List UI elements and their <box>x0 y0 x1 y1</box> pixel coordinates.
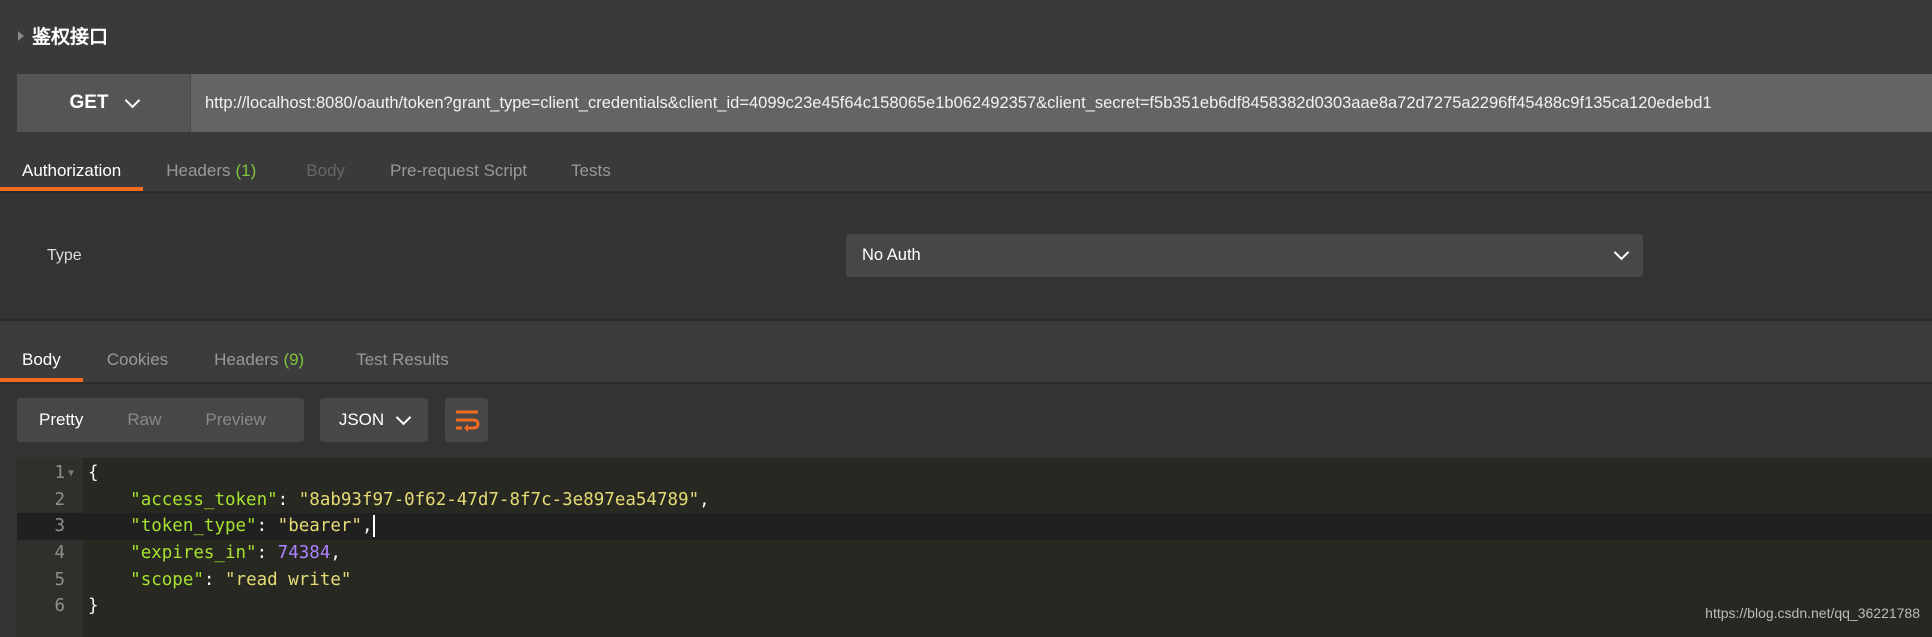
code-text: "scope": "read write" <box>130 569 352 590</box>
view-raw-button[interactable]: Raw <box>105 410 183 430</box>
url-bar: GET http://localhost:8080/oauth/token?gr… <box>17 74 1932 132</box>
code-line: 1 ▼ { <box>17 460 1932 487</box>
expand-triangle-icon[interactable] <box>18 30 24 41</box>
tab-response-body[interactable]: Body <box>0 337 83 382</box>
code-line: 5 "scope": "read write" <box>17 566 1932 593</box>
tab-label: Pre-request Script <box>390 160 528 180</box>
chevron-down-icon <box>1613 244 1630 261</box>
json-number: 74384 <box>277 543 331 564</box>
json-key: "expires_in" <box>130 543 257 564</box>
tab-pre-request-script[interactable]: Pre-request Script <box>367 150 549 191</box>
chevron-down-icon <box>395 409 412 425</box>
code-text: "token_type": "bearer", <box>130 515 375 538</box>
view-preview-button[interactable]: Preview <box>183 410 287 430</box>
text-cursor <box>372 515 375 538</box>
chevron-down-icon <box>124 92 140 108</box>
line-number: 1 <box>54 463 65 484</box>
code-text: "expires_in": 74384, <box>130 543 341 564</box>
line-number: 6 <box>54 596 65 617</box>
method-select[interactable]: GET <box>17 74 191 132</box>
wrap-lines-icon <box>455 410 479 432</box>
headers-count: (9) <box>283 349 305 369</box>
url-input[interactable]: http://localhost:8080/oauth/token?grant_… <box>191 74 1712 132</box>
method-label: GET <box>69 92 109 113</box>
wrap-lines-button[interactable] <box>445 398 488 442</box>
json-string: "bearer" <box>277 516 362 537</box>
json-key: "access_token" <box>130 489 278 510</box>
format-label: JSON <box>338 410 385 429</box>
tab-label: Cookies <box>106 349 169 369</box>
tab-label: Body <box>306 160 346 180</box>
json-string: "8ab93f97-0f62-47d7-8f7c-3e897ea54789" <box>298 489 700 510</box>
code-line: 6} <box>17 593 1932 620</box>
tab-label: Body <box>22 349 61 369</box>
json-key: "scope" <box>130 569 204 590</box>
json-string: "read write" <box>225 569 352 590</box>
view-mode-group: Pretty Raw Preview <box>17 398 304 442</box>
request-tabs: Authorization Headers (1) Body Pre-reques… <box>0 150 1932 193</box>
line-number: 2 <box>54 489 65 510</box>
request-title[interactable]: 鉴权接口 <box>18 22 108 49</box>
code-line-current: 3 "token_type": "bearer", <box>17 513 1932 540</box>
tab-test-results[interactable]: Test Results <box>326 337 471 382</box>
request-name: 鉴权接口 <box>32 27 109 48</box>
tab-headers[interactable]: Headers (1) <box>143 150 278 191</box>
tab-authorization[interactable]: Authorization <box>0 150 144 191</box>
code-line: 4 "expires_in": 74384, <box>17 540 1932 567</box>
tab-label: Headers <box>214 349 279 369</box>
json-key: "token_type" <box>130 516 257 537</box>
code-text: { <box>88 463 99 484</box>
tab-response-headers[interactable]: Headers (9) <box>190 337 326 382</box>
format-select[interactable]: JSON <box>320 398 428 442</box>
code-line: 2 "access_token": "8ab93f97-0f62-47d7-8f… <box>17 487 1932 514</box>
tab-tests[interactable]: Tests <box>549 150 633 191</box>
line-number: 5 <box>54 569 65 590</box>
tab-label: Test Results <box>356 349 449 369</box>
tab-body[interactable]: Body <box>278 150 367 191</box>
tab-label: Headers <box>166 160 231 180</box>
headers-count: (1) <box>235 160 257 180</box>
view-pretty-button[interactable]: Pretty <box>17 410 105 430</box>
code-text: } <box>88 596 99 617</box>
code-text: "access_token": "8ab93f97-0f62-47d7-8f7c… <box>130 489 710 510</box>
tab-label: Tests <box>571 160 611 180</box>
fold-arrow-icon[interactable]: ▼ <box>68 468 74 479</box>
line-number: 4 <box>54 543 65 564</box>
auth-type-label: Type <box>47 247 82 264</box>
response-body-editor[interactable]: 1 ▼ { 2 "access_token": "8ab93f97-0f62-47d… <box>17 458 1932 637</box>
line-number: 3 <box>54 516 65 537</box>
auth-type-value: No Auth <box>862 246 921 264</box>
tab-cookies[interactable]: Cookies <box>83 337 190 382</box>
response-tabs: Body Cookies Headers (9) Test Results <box>0 337 471 382</box>
watermark: https://blog.csdn.net/qq_36221788 <box>1705 605 1920 621</box>
tab-label: Authorization <box>22 160 122 180</box>
auth-type-select[interactable]: No Auth <box>846 234 1643 277</box>
